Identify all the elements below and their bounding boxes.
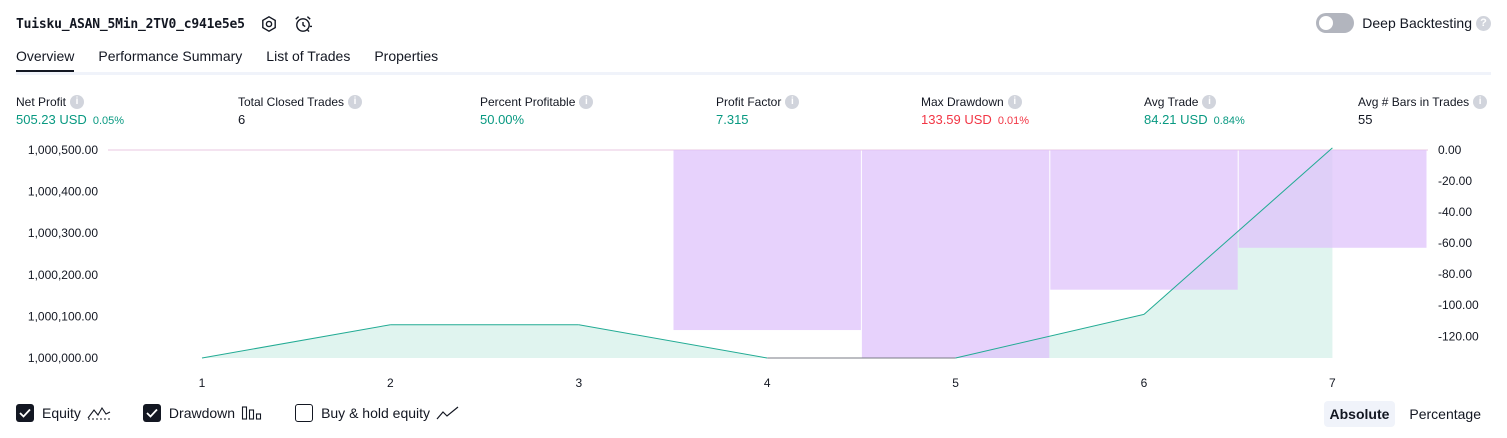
metric-value: 84.21 USD: [1144, 112, 1208, 127]
chart-legend: Equity Drawdown Buy & hold equity: [16, 404, 492, 422]
metric-value: 7.315: [716, 112, 749, 127]
metric-percent: 0.01%: [997, 115, 1030, 127]
tab-list-of-trades[interactable]: List of Trades: [266, 48, 350, 73]
checkbox-unchecked-icon[interactable]: [295, 404, 314, 422]
drawdown-bar-6: [1050, 150, 1238, 290]
strategy-title: Tuisku_ASAN_5Min_2TV0_c941e5e5: [16, 16, 245, 32]
info-icon[interactable]: i: [1007, 94, 1022, 109]
tabs-divider: [16, 72, 1491, 75]
y-left-tick-label: 1,000,200.00: [28, 268, 98, 282]
drawdown-bar-4: [673, 150, 861, 331]
metric-avg-trade: Avg Trade i 84.21 USD 0.84%: [1144, 93, 1245, 127]
drawdown-bars-icon: [241, 405, 263, 421]
metric-avg-bars-in-trades: Avg # Bars in Trades i 55: [1358, 93, 1488, 127]
metric-label: Profit Factor: [716, 94, 782, 109]
info-icon[interactable]: i: [1202, 94, 1217, 109]
metric-label: Max Drawdown: [921, 94, 1004, 109]
deep-backtesting-toggle[interactable]: [1316, 13, 1355, 33]
tab-overview[interactable]: Overview: [16, 48, 75, 73]
x-tick-label: 4: [764, 376, 771, 390]
legend-label: Buy & hold equity: [321, 405, 431, 421]
metric-percent: 0.84%: [1213, 115, 1245, 127]
deep-backtesting-label: Deep Backtesting: [1362, 15, 1472, 31]
x-tick-label: 7: [1329, 376, 1336, 390]
absolute-button[interactable]: Absolute: [1323, 401, 1396, 427]
y-right-tick-label: -20.00: [1438, 174, 1472, 188]
x-tick-label: 1: [199, 376, 206, 390]
metric-value: 50.00%: [480, 112, 525, 127]
equity-line-icon: [87, 405, 111, 421]
percentage-button[interactable]: Percentage: [1403, 401, 1487, 427]
metric-value: 133.59 USD: [921, 112, 992, 127]
y-left-tick-label: 1,000,500.00: [28, 143, 98, 157]
metric-label: Percent Profitable: [480, 94, 576, 109]
deep-backtesting: Deep Backtesting ?: [1316, 13, 1491, 33]
x-tick-label: 5: [952, 376, 959, 390]
metric-max-drawdown: Max Drawdown i 133.59 USD 0.01%: [921, 93, 1029, 127]
y-left-tick-label: 1,000,300.00: [28, 226, 98, 240]
y-right-tick-label: -100.00: [1438, 298, 1479, 312]
y-right-tick-label: 0.00: [1438, 143, 1462, 157]
metric-percent-profitable: Percent Profitable i 50.00%: [480, 93, 594, 127]
equity-drawdown-chart: 1,000,500.00 1,000,400.00 1,000,300.00 1,00…: [28, 143, 1479, 390]
metric-profit-factor: Profit Factor i 7.315: [716, 93, 800, 127]
metric-value: 55: [1358, 112, 1373, 127]
checkbox-checked-icon[interactable]: [142, 404, 161, 422]
legend-label: Drawdown: [168, 405, 236, 421]
drawdown-bar-7: [1238, 150, 1427, 248]
info-icon[interactable]: i: [348, 94, 363, 109]
gear-icon[interactable]: [259, 14, 279, 34]
help-icon[interactable]: ?: [1476, 15, 1491, 31]
tab-performance-summary[interactable]: Performance Summary: [98, 48, 242, 73]
display-mode-switch: Absolute Percentage: [1316, 401, 1488, 427]
y-right-tick-label: -60.00: [1438, 236, 1472, 250]
legend-buy-hold-equity[interactable]: Buy & hold equity: [295, 404, 460, 422]
tab-properties[interactable]: Properties: [374, 48, 438, 73]
info-icon[interactable]: i: [1473, 94, 1488, 109]
y-right-tick-label: -80.00: [1438, 267, 1472, 281]
metric-percent: 0.05%: [92, 115, 125, 127]
metric-total-closed-trades: Total Closed Trades i 6: [238, 93, 363, 127]
x-tick-label: 6: [1141, 376, 1148, 390]
legend-label: Equity: [42, 405, 81, 421]
alarm-clock-icon[interactable]: [293, 14, 313, 34]
drawdown-bar-5: [861, 150, 1050, 358]
metric-label: Avg # Bars in Trades: [1358, 94, 1470, 109]
y-left-tick-label: 1,000,000.00: [28, 351, 98, 365]
metric-label: Avg Trade: [1144, 94, 1199, 109]
metric-net-profit: Net Profit i 505.23 USD 0.05%: [16, 93, 124, 127]
legend-drawdown[interactable]: Drawdown: [142, 404, 263, 422]
legend-equity[interactable]: Equity: [16, 404, 111, 422]
info-icon[interactable]: i: [785, 94, 800, 109]
metric-label: Net Profit: [16, 94, 67, 109]
info-icon[interactable]: i: [70, 94, 85, 109]
x-tick-label: 2: [387, 376, 394, 390]
x-tick-label: 3: [575, 376, 582, 390]
y-left-tick-label: 1,000,400.00: [28, 185, 98, 199]
y-right-tick-label: -40.00: [1438, 205, 1472, 219]
checkbox-checked-icon[interactable]: [16, 404, 34, 422]
metric-value: 505.23 USD: [16, 112, 87, 127]
buyhold-line-icon: [436, 405, 460, 421]
metrics-row: Net Profit i 505.23 USD 0.05% Total Closed…: [0, 93, 1507, 133]
metric-value: 6: [238, 112, 246, 127]
tab-bar: Overview Performance Summary List of Tra…: [16, 48, 462, 73]
metric-label: Total Closed Trades: [238, 94, 345, 109]
strategy-header: Tuisku_ASAN_5Min_2TV0_c941e5e5: [16, 12, 313, 36]
info-icon[interactable]: i: [579, 94, 594, 109]
y-right-tick-label: -120.00: [1438, 329, 1479, 343]
y-left-tick-label: 1,000,100.00: [28, 309, 98, 323]
